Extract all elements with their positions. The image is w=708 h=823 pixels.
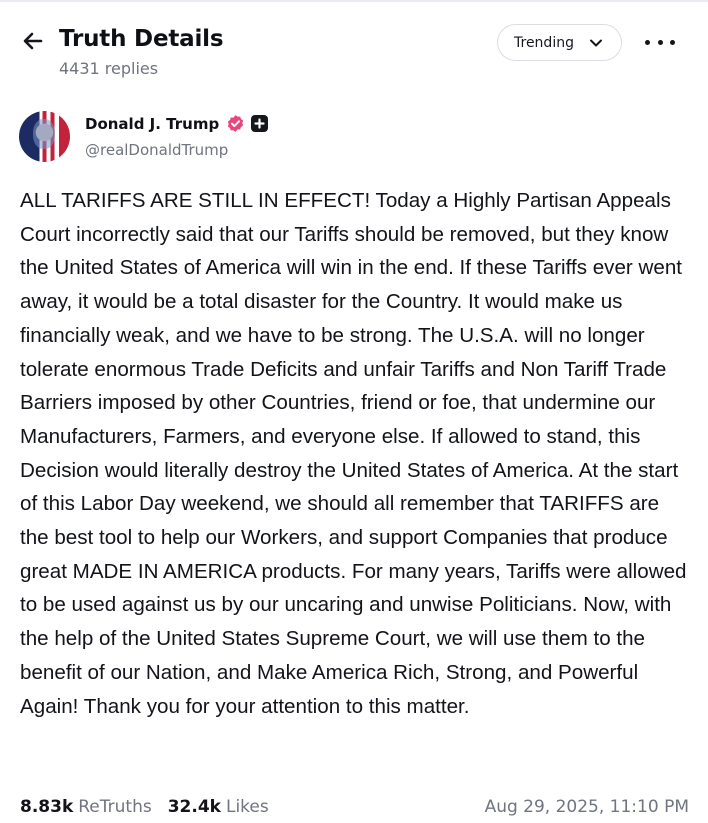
post-text: ALL TARIFFS ARE STILL IN EFFECT! Today a…	[20, 189, 687, 718]
likes-count[interactable]: 32.4k	[168, 797, 221, 817]
retruths-count[interactable]: 8.83k	[20, 797, 73, 817]
author-name-row: Donald J. Trump	[85, 114, 269, 133]
plus-badge-icon	[251, 115, 269, 132]
author-display-name[interactable]: Donald J. Trump	[85, 115, 219, 133]
likes-label[interactable]: Likes	[226, 797, 269, 817]
post-timestamp: Aug 29, 2025, 11:10 PM	[484, 797, 689, 817]
more-horizontal-icon	[645, 39, 650, 45]
more-options-button[interactable]	[645, 32, 675, 52]
page-header: Truth Details 4431 replies Trending	[0, 2, 708, 98]
reply-count: 4431 replies	[59, 59, 159, 78]
back-button[interactable]	[20, 28, 46, 54]
sort-label: Trending	[514, 34, 574, 51]
post-stats: 8.83k ReTruths 32.4k Likes Aug 29, 2025,…	[20, 797, 690, 823]
avatar[interactable]	[19, 111, 70, 162]
author-handle[interactable]: @realDonaldTrump	[85, 141, 228, 159]
page-title: Truth Details	[59, 26, 224, 52]
retruths-label[interactable]: ReTruths	[78, 797, 151, 817]
verified-badge-icon	[228, 115, 244, 132]
chevron-down-icon	[590, 39, 602, 47]
post-author: Donald J. Trump @realDonaldTrump	[19, 111, 689, 163]
sort-dropdown[interactable]: Trending	[497, 24, 622, 61]
arrow-left-icon	[23, 32, 43, 50]
